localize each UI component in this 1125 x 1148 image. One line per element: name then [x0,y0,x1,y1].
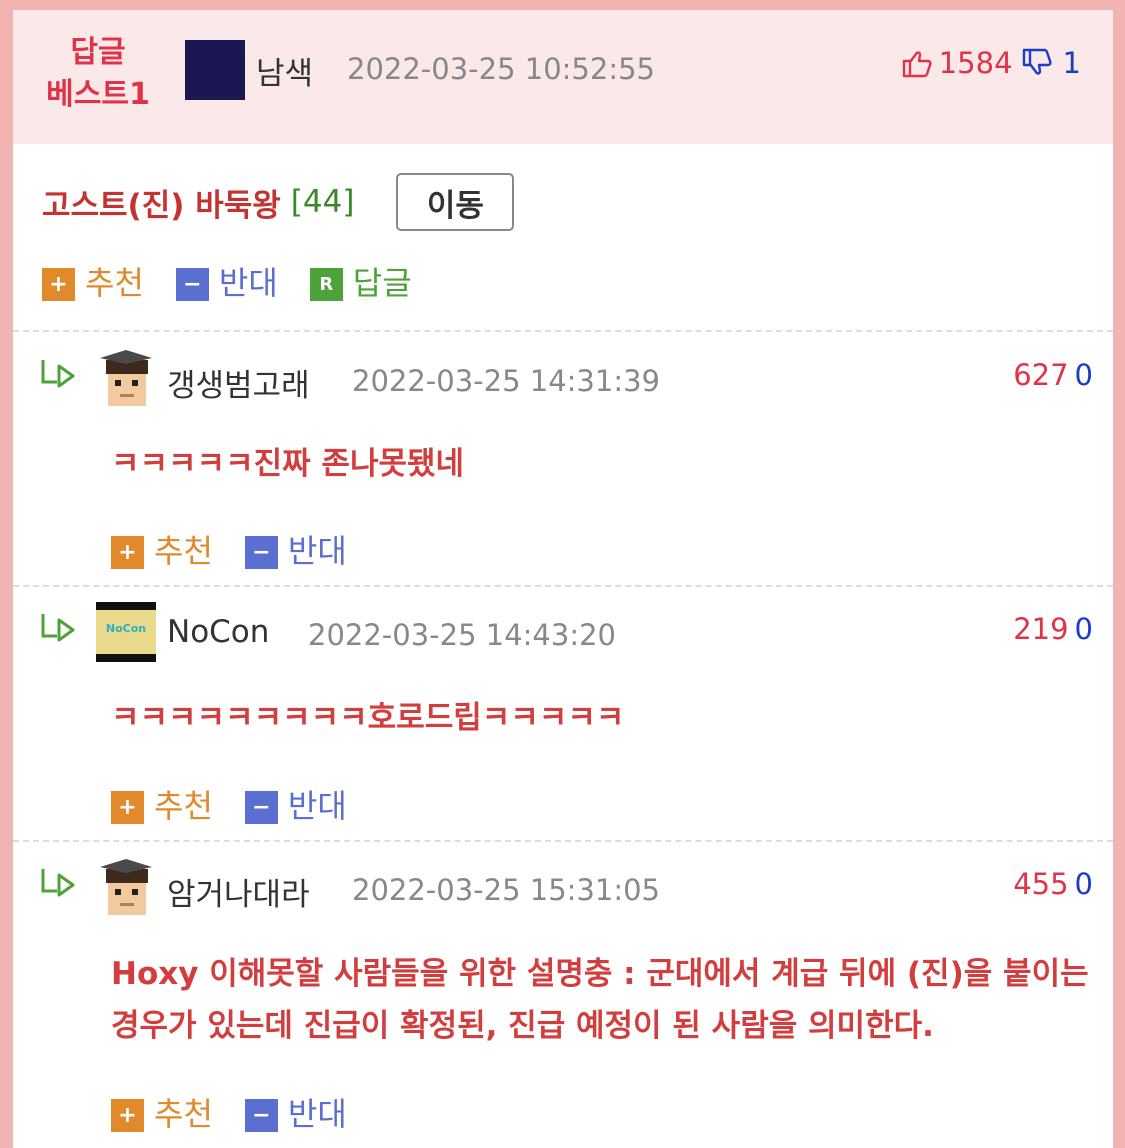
reply-arrow-icon [41,360,75,388]
comment-author-name[interactable]: 암거나대라 [167,869,310,914]
best-author-name[interactable]: 남색 [256,48,313,93]
comment-vote-counts: 627 0 [1013,358,1093,392]
comment-text: ㅋㅋㅋㅋㅋ진짜 존나못됐네 [111,446,465,482]
best-badge-line1: 답글 [70,35,126,70]
plus-icon: + [111,1098,144,1132]
recommend-label: 추천 [154,532,213,570]
recommend-button[interactable]: + 추천 [111,1089,213,1135]
comment-up-count: 455 [1013,867,1069,901]
best-actions: + 추천 − 반대 R 답글 [42,258,444,304]
comment-text: ㅋㅋㅋㅋㅋㅋㅋㅋㅋ호로드립ㅋㅋㅋㅋㅋ [111,700,625,736]
recommend-label: 추천 [154,787,213,825]
reply-label: 답글 [352,264,412,302]
minus-icon: − [244,790,278,824]
oppose-button[interactable]: − 반대 [244,526,347,572]
reply-arrow-icon [41,869,75,897]
avatar[interactable] [96,348,156,408]
minus-icon: − [175,267,209,301]
plus-icon: + [111,790,144,824]
oppose-label: 반대 [287,787,347,825]
recommend-label: 추천 [85,264,144,302]
minus-icon: − [244,535,278,569]
plus-icon: + [42,267,75,301]
comment-down-count: 0 [1074,358,1093,392]
oppose-button[interactable]: − 반대 [244,1089,347,1135]
avatar[interactable] [185,40,245,100]
thumbs-down-icon[interactable] [1021,47,1053,79]
comment-actions: + 추천 − 반대 [111,781,379,827]
comment-author-name[interactable]: NoCon [167,614,269,650]
oppose-label: 반대 [287,1095,347,1133]
best-reply-badge: 답글 베스트1 [39,32,157,116]
thumbs-up-icon[interactable] [901,47,933,79]
post-title-link[interactable]: 고스트(진) 바둑왕 [42,180,281,225]
comment-up-count: 627 [1013,358,1069,392]
reply-button[interactable]: R 답글 [309,258,412,304]
reply-icon: R [309,267,343,301]
oppose-label: 반대 [218,264,278,302]
comment-vote-counts: 219 0 [1013,612,1093,646]
recommend-button[interactable]: + 추천 [111,781,213,827]
oppose-button[interactable]: − 반대 [175,258,278,304]
comment-panel: 답글 베스트1 남색 2022-03-25 10:52:55 1584 1 고스… [13,10,1113,1148]
comment-timestamp: 2022-03-25 14:31:39 [352,364,660,398]
comment-actions: + 추천 − 반대 [111,526,379,572]
comment-vote-counts: 455 0 [1013,867,1093,901]
comment-author-name[interactable]: 갱생범고래 [167,360,310,405]
minus-icon: − [244,1098,278,1132]
comment-down-count: 0 [1074,867,1093,901]
best-up-count: 1584 [938,46,1013,80]
best-vote-counts: 1584 1 [901,46,1081,80]
best-badge-line2: 베스트1 [46,77,150,112]
oppose-button[interactable]: − 반대 [244,781,347,827]
divider [13,585,1113,587]
comment-down-count: 0 [1074,612,1093,646]
comment-count: [44] [290,184,355,220]
best-reply-header: 답글 베스트1 남색 2022-03-25 10:52:55 1584 1 [13,10,1113,144]
avatar[interactable] [96,857,156,917]
reply-arrow-icon [41,614,75,642]
comment-timestamp: 2022-03-25 15:31:05 [352,873,660,907]
oppose-label: 반대 [287,532,347,570]
best-timestamp: 2022-03-25 10:52:55 [347,52,655,86]
avatar-label: NoCon [105,622,147,635]
divider [13,840,1113,842]
move-button[interactable]: 이동 [396,173,515,231]
comment-up-count: 219 [1013,612,1069,646]
comment-text: Hoxy 이해못할 사람들을 위한 설명충 : 군대에서 계급 뒤에 (진)을 … [111,956,1089,1044]
plus-icon: + [111,535,144,569]
comment-actions: + 추천 − 반대 [111,1089,379,1135]
recommend-label: 추천 [154,1095,213,1133]
avatar[interactable]: NoCon [96,602,156,662]
divider [13,330,1113,332]
post-title-row: 고스트(진) 바둑왕 [44] 이동 [42,172,515,232]
best-down-count: 1 [1062,46,1081,80]
recommend-button[interactable]: + 추천 [42,258,144,304]
comment-timestamp: 2022-03-25 14:43:20 [308,618,616,652]
recommend-button[interactable]: + 추천 [111,526,213,572]
